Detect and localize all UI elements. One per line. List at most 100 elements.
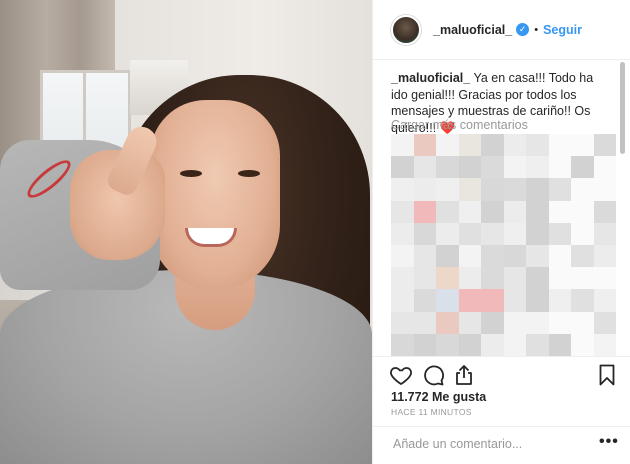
blur-pixel xyxy=(593,245,616,269)
blur-pixel xyxy=(526,311,550,335)
load-more-comments-button[interactable]: Cargar más comentarios xyxy=(391,118,528,132)
follow-button[interactable]: Seguir xyxy=(543,23,582,37)
blur-pixel xyxy=(548,200,572,224)
blur-pixel xyxy=(571,333,595,356)
blur-pixel xyxy=(436,311,460,335)
comments-scrollbar[interactable] xyxy=(620,62,625,154)
comment-bar: ••• xyxy=(373,426,630,464)
blur-pixel xyxy=(436,289,460,313)
blur-pixel xyxy=(391,245,415,269)
comment-input[interactable] xyxy=(391,436,575,452)
heart-outline-icon[interactable] xyxy=(389,363,413,387)
blur-pixel xyxy=(548,311,572,335)
avatar[interactable] xyxy=(391,14,421,45)
blur-pixel xyxy=(413,178,437,202)
blur-pixel xyxy=(436,267,460,291)
blur-pixel xyxy=(391,222,415,246)
blur-pixel xyxy=(503,178,527,202)
blur-pixel xyxy=(436,245,460,269)
blur-pixel xyxy=(458,333,482,356)
photo-eye-right xyxy=(238,170,260,177)
blur-pixel xyxy=(391,311,415,335)
blur-pixel xyxy=(548,289,572,313)
blur-pixel xyxy=(413,222,437,246)
speech-bubble-icon[interactable] xyxy=(421,363,445,387)
blur-pixel xyxy=(526,134,550,158)
post-side-panel: _maluoficial_ ✓ • Seguir _maluoficial_ Y… xyxy=(372,0,630,464)
blur-pixel xyxy=(458,245,482,269)
blurred-comments-area xyxy=(391,134,616,356)
blur-pixel xyxy=(503,222,527,246)
blur-pixel xyxy=(503,245,527,269)
blur-pixel xyxy=(391,289,415,313)
blur-pixel xyxy=(391,134,415,158)
blur-pixel xyxy=(503,156,527,180)
blur-pixel xyxy=(593,333,616,356)
blur-pixel xyxy=(436,333,460,356)
blur-pixel xyxy=(481,200,505,224)
blur-pixel xyxy=(548,178,572,202)
blur-pixel xyxy=(481,333,505,356)
blur-pixel xyxy=(571,156,595,180)
likes-count[interactable]: 11.772 Me gusta xyxy=(391,390,486,404)
blur-pixel xyxy=(481,156,505,180)
blur-pixel xyxy=(413,333,437,356)
blur-pixel xyxy=(458,222,482,246)
blur-pixel xyxy=(413,289,437,313)
blur-pixel xyxy=(593,134,616,158)
blur-pixel xyxy=(458,156,482,180)
blur-pixel xyxy=(526,222,550,246)
blur-pixel xyxy=(391,267,415,291)
blur-pixel xyxy=(458,289,482,313)
blur-pixel xyxy=(458,200,482,224)
blur-pixel xyxy=(458,134,482,158)
blur-pixel xyxy=(436,222,460,246)
blur-pixel xyxy=(481,134,505,158)
blur-pixel xyxy=(503,267,527,291)
blur-pixel xyxy=(391,156,415,180)
blur-pixel xyxy=(458,178,482,202)
username-link[interactable]: _maluoficial_ xyxy=(433,23,512,37)
blur-pixel xyxy=(548,267,572,291)
blur-pixel xyxy=(503,311,527,335)
blur-pixel xyxy=(436,178,460,202)
blur-pixel xyxy=(526,178,550,202)
blur-pixel xyxy=(593,178,616,202)
blur-pixel xyxy=(391,200,415,224)
caption-username-link[interactable]: _maluoficial_ xyxy=(391,71,470,85)
blur-pixel xyxy=(571,222,595,246)
photo-eye-left xyxy=(180,170,202,177)
share-icon[interactable] xyxy=(452,363,476,387)
blur-pixel xyxy=(436,156,460,180)
blur-pixel xyxy=(593,267,616,291)
blur-pixel xyxy=(571,134,595,158)
blur-pixel xyxy=(413,311,437,335)
instagram-post: _maluoficial_ ✓ • Seguir _maluoficial_ Y… xyxy=(0,0,630,464)
blur-pixel xyxy=(481,222,505,246)
blur-pixel xyxy=(526,333,550,356)
blur-pixel xyxy=(571,267,595,291)
bookmark-icon[interactable] xyxy=(595,363,619,387)
blur-pixel xyxy=(481,178,505,202)
blur-pixel xyxy=(413,134,437,158)
post-photo[interactable] xyxy=(0,0,372,464)
header-separator: • xyxy=(534,23,539,36)
blur-pixel xyxy=(481,289,505,313)
more-options-icon[interactable]: ••• xyxy=(599,433,619,451)
verified-badge-icon: ✓ xyxy=(516,23,530,36)
blur-pixel xyxy=(526,289,550,313)
blur-pixel xyxy=(526,267,550,291)
blur-pixel xyxy=(413,156,437,180)
action-bar xyxy=(373,356,630,390)
blur-pixel xyxy=(458,267,482,291)
blur-pixel xyxy=(481,267,505,291)
blur-pixel xyxy=(526,200,550,224)
blur-pixel xyxy=(503,333,527,356)
blur-pixel xyxy=(481,311,505,335)
blur-pixel xyxy=(593,222,616,246)
blur-pixel xyxy=(526,156,550,180)
blur-pixel xyxy=(593,311,616,335)
blur-pixel xyxy=(526,245,550,269)
blur-pixel xyxy=(548,245,572,269)
blur-pixel xyxy=(391,178,415,202)
